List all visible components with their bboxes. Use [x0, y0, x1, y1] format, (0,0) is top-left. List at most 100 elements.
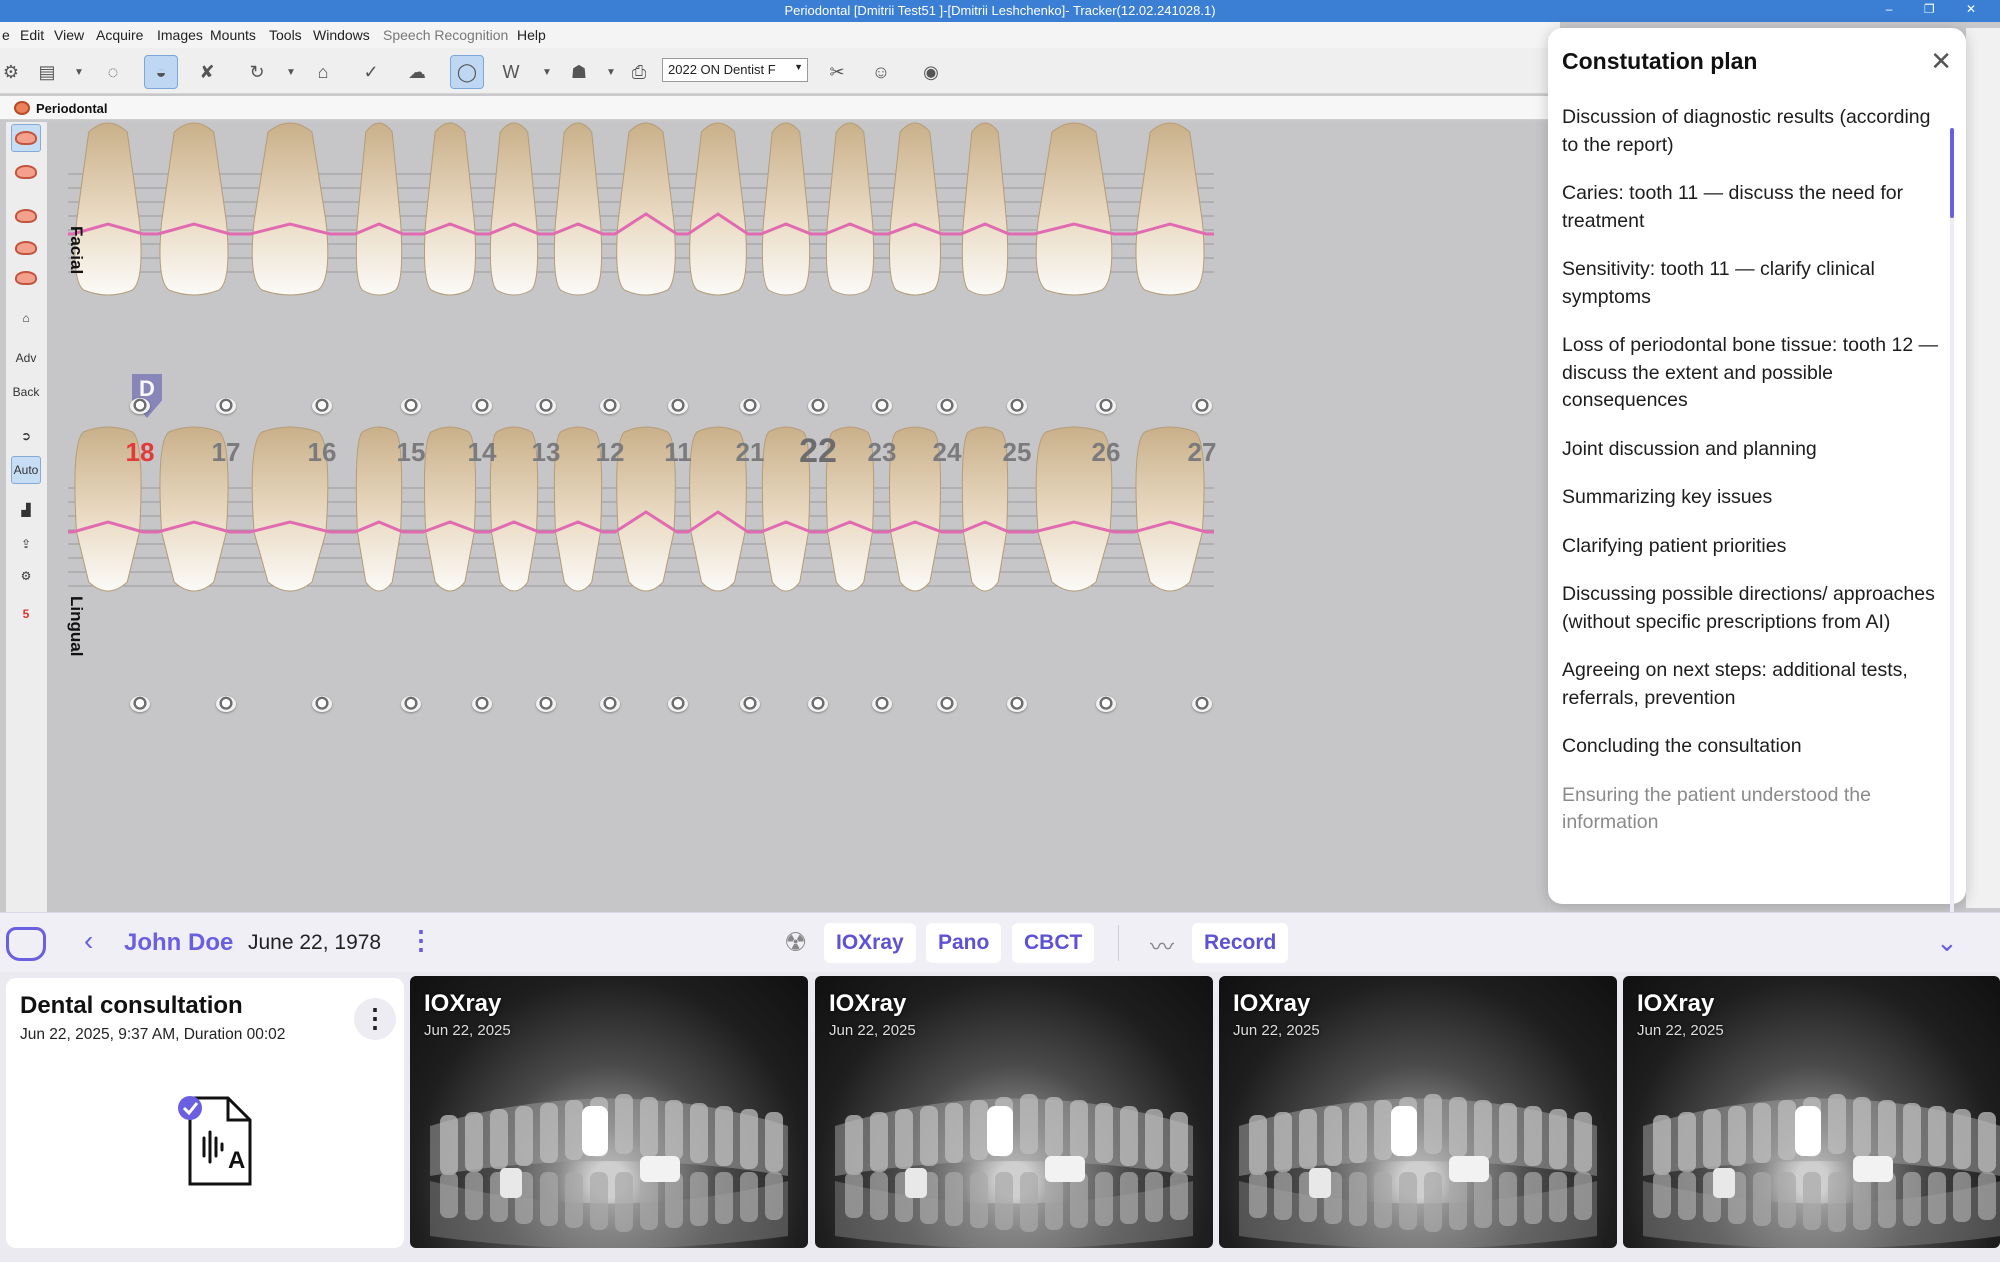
display-tool-icon[interactable]: ▤ [30, 55, 64, 89]
document-delete-icon[interactable]: ✘ [190, 55, 224, 89]
upper-tooth-16[interactable] [251, 122, 329, 296]
implant-marker[interactable] [600, 696, 620, 712]
tooth-number-13[interactable]: 13 [516, 437, 576, 468]
implant-marker[interactable] [472, 696, 492, 712]
implant-marker[interactable] [536, 696, 556, 712]
upper-tooth-25[interactable] [961, 122, 1009, 296]
upper-tooth-14[interactable] [424, 122, 476, 296]
implant-marker[interactable] [312, 398, 332, 414]
upper-arch-tool-icon[interactable] [11, 124, 41, 152]
menu-speech-recognition[interactable]: Speech Recognition [383, 27, 508, 43]
implant-marker[interactable] [1096, 696, 1116, 712]
implant-marker[interactable] [937, 398, 957, 414]
implant-marker[interactable] [872, 398, 892, 414]
bar-chart-icon[interactable]: ▟ [11, 496, 41, 524]
circle-tool-icon[interactable]: ◯ [450, 55, 484, 89]
xray-thumbnail[interactable]: IOXray Jun 22, 2025 [815, 976, 1213, 1248]
upper-tooth-15[interactable] [355, 122, 403, 296]
dropdown-arrow-icon[interactable]: ▼ [284, 55, 298, 89]
kebab-icon[interactable]: ⋮ [354, 998, 396, 1040]
word-export-icon[interactable]: W [494, 55, 528, 89]
back-chevron-icon[interactable]: ‹ [84, 925, 93, 957]
plan-scrollbar[interactable] [1950, 128, 1954, 918]
menu-images[interactable]: Images [157, 27, 203, 43]
tooth-tool-icon[interactable]: ⚙ [0, 55, 28, 89]
implant-marker[interactable] [401, 398, 421, 414]
implant-marker[interactable] [312, 696, 332, 712]
tooth-number-26[interactable]: 26 [1076, 437, 1136, 468]
minimize-button[interactable]: – [1886, 2, 1907, 16]
tooth-number-16[interactable]: 16 [292, 437, 352, 468]
tooth-number-21[interactable]: 21 [720, 437, 780, 468]
implant-marker[interactable] [216, 696, 236, 712]
implant-marker[interactable] [1007, 696, 1027, 712]
tooth-number-14[interactable]: 14 [452, 437, 512, 468]
tooth-number-17[interactable]: 17 [196, 437, 256, 468]
arch-tool-icon[interactable] [11, 202, 41, 230]
consultation-card[interactable]: Dental consultation Jun 22, 2025, 9:37 A… [6, 978, 404, 1248]
menu-tools[interactable]: Tools [269, 27, 302, 43]
implant-marker[interactable] [740, 398, 760, 414]
tooth-number-15[interactable]: 15 [381, 437, 441, 468]
menu-help[interactable]: Help [517, 27, 546, 43]
implant-marker[interactable] [1192, 398, 1212, 414]
provider-select[interactable]: 2022 ON Dentist F ▼ [662, 58, 808, 82]
tools-icon[interactable]: ✂ [820, 55, 854, 89]
chevron-down-icon[interactable]: ⌄ [1936, 927, 1958, 958]
menu-file[interactable]: e [2, 27, 10, 43]
implant-marker[interactable] [668, 696, 688, 712]
tooth-number-18[interactable]: 18 [110, 437, 170, 468]
cbct-button[interactable]: CBCT [1012, 923, 1095, 963]
upper-tooth-13[interactable] [489, 122, 539, 296]
ioxray-button[interactable]: IOXray [824, 923, 916, 963]
upper-tooth-23[interactable] [825, 122, 875, 296]
tooth-check-icon[interactable]: ✓ [354, 55, 388, 89]
implant-marker[interactable] [216, 398, 236, 414]
printer-icon[interactable]: ⎙ [622, 55, 656, 89]
implant-marker[interactable] [740, 696, 760, 712]
tooth-number-27[interactable]: 27 [1172, 437, 1232, 468]
upper-tooth-17[interactable] [159, 122, 229, 296]
tooth-number-12[interactable]: 12 [580, 437, 640, 468]
implant-marker[interactable] [1192, 696, 1212, 712]
settings-tooth-icon[interactable]: ⚙ [11, 562, 41, 590]
adv-button[interactable]: Adv [11, 344, 41, 372]
menu-edit[interactable]: Edit [20, 27, 44, 43]
menu-windows[interactable]: Windows [313, 27, 370, 43]
periodontal-tool-icon[interactable]: ◒ [144, 55, 178, 89]
back-button[interactable]: Back [11, 378, 41, 406]
upper-tooth-24[interactable] [889, 122, 941, 296]
navigate-icon[interactable]: ➲ [11, 422, 41, 450]
xray-thumbnail[interactable]: IOXray Jun 22, 2025 [1623, 976, 2000, 1248]
xray-thumbnail[interactable]: IOXray Jun 22, 2025 [1219, 976, 1617, 1248]
menu-view[interactable]: View [54, 27, 84, 43]
upper-tooth-22[interactable] [761, 122, 811, 296]
upper-tooth-12[interactable] [553, 122, 603, 296]
implant-marker[interactable] [1096, 398, 1116, 414]
plan-scrollbar-thumb[interactable] [1950, 128, 1954, 218]
implant-marker[interactable] [536, 398, 556, 414]
xray-thumbnail[interactable]: IOXray Jun 22, 2025 [410, 976, 808, 1248]
menu-mounts[interactable]: Mounts [210, 27, 256, 43]
tooth-number-11[interactable]: 11 [648, 437, 708, 468]
arch-tool-2-icon[interactable] [11, 234, 41, 262]
level-indicator[interactable]: 5 [11, 600, 41, 628]
app-logo-icon[interactable] [6, 927, 46, 961]
periodontal-tab[interactable]: Periodontal [0, 96, 1560, 120]
upper-tooth-11[interactable] [616, 122, 676, 296]
tooth-number-24[interactable]: 24 [917, 437, 977, 468]
upper-tooth-26[interactable] [1035, 122, 1113, 296]
arch-tool-3-icon[interactable] [11, 264, 41, 292]
kebab-icon[interactable]: ⋮ [408, 925, 434, 956]
upper-tooth-27[interactable] [1135, 122, 1205, 296]
tooth-number-23[interactable]: 23 [852, 437, 912, 468]
upper-tooth-21[interactable] [689, 122, 747, 296]
restore-button[interactable]: ❐ [1924, 2, 1949, 16]
implant-marker[interactable] [872, 696, 892, 712]
implant-marker[interactable] [1007, 398, 1027, 414]
dropdown-arrow-icon[interactable]: ▼ [540, 55, 554, 89]
refresh-icon[interactable]: ↻ [240, 55, 274, 89]
close-icon[interactable]: ✕ [1930, 46, 1952, 77]
menu-acquire[interactable]: Acquire [96, 27, 143, 43]
auto-button[interactable]: Auto [11, 456, 41, 484]
